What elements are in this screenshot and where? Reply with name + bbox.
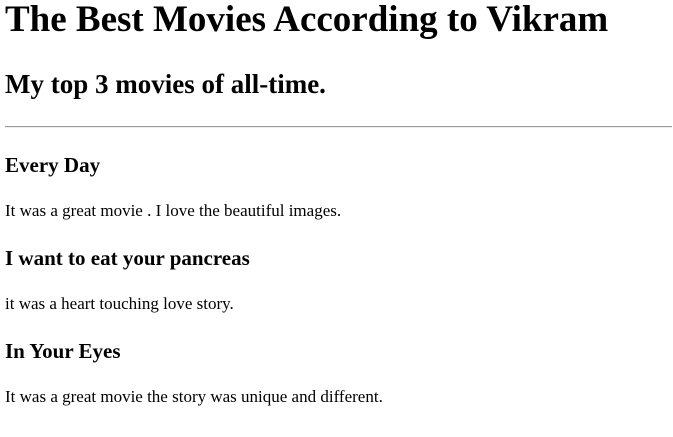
divider [5,126,672,128]
movie-review: It was a great movie the story was uniqu… [5,387,383,406]
movie-item: I want to eat your pancreas it was a hea… [5,246,668,314]
movie-item: Every Day It was a great movie . I love … [5,153,668,221]
page-title: The Best Movies According to Vikram [5,0,609,40]
movie-title: In Your Eyes [5,339,121,363]
page-subtitle: My top 3 movies of all-time. [5,69,326,99]
movie-review: It was a great movie . I love the beauti… [5,201,342,220]
movie-title: I want to eat your pancreas [5,246,250,270]
page-content: The Best Movies According to Vikram My t… [0,0,672,407]
movie-item: In Your Eyes It was a great movie the st… [5,339,668,407]
movie-title: Every Day [5,153,101,177]
movie-review: it was a heart touching love story. [5,294,234,313]
